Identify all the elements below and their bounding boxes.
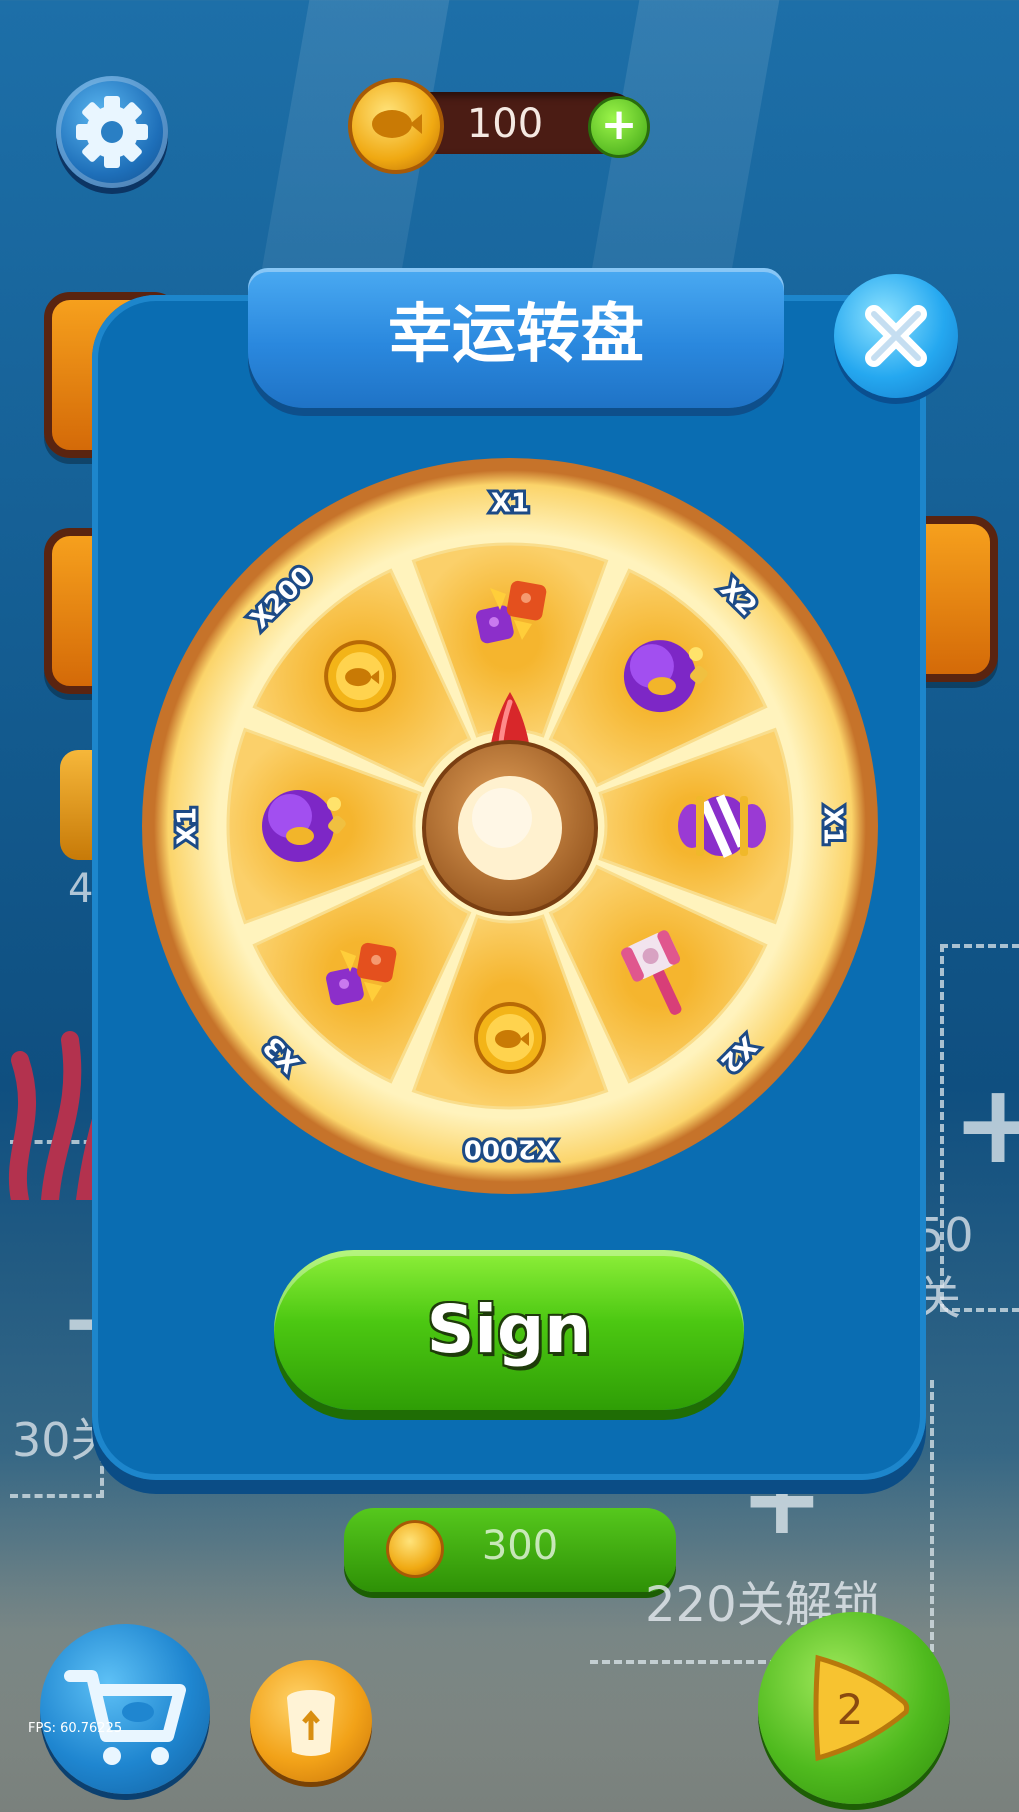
recycle-button[interactable]: [250, 1660, 372, 1782]
dialog-title: 幸运转盘: [388, 298, 644, 372]
gold-coin-icon: [324, 640, 397, 713]
gold-coin-icon: [474, 1002, 546, 1074]
segment-multiplier-label: X2000: [464, 1134, 556, 1164]
price-amount: 300: [481, 1523, 559, 1569]
next-level-number: 2: [836, 1685, 864, 1734]
shop-cart-icon: [64, 1670, 186, 1765]
settings-button[interactable]: [56, 76, 168, 188]
segment-multiplier-label: X1: [491, 489, 529, 519]
gear-icon: [76, 96, 148, 168]
segment-multiplier-label: X1: [173, 807, 203, 845]
shop-button[interactable]: [40, 1624, 210, 1794]
coin-icon: [386, 1520, 444, 1578]
recycle-icon: [287, 1690, 335, 1756]
sign-button-label: Sign: [426, 1291, 592, 1368]
close-icon: [865, 305, 927, 367]
add-coins-button[interactable]: +: [588, 96, 650, 158]
striped-candy-icon: [678, 794, 766, 858]
close-button[interactable]: [834, 274, 958, 398]
prize-wheel[interactable]: X1X2X1X2X2000X3X1X200: [140, 456, 880, 1196]
add-slot-icon: +: [952, 1060, 1019, 1188]
fps-counter: FPS: 60.76225: [28, 1721, 123, 1736]
plus-icon: +: [600, 99, 638, 150]
segment-multiplier-label: X1: [818, 807, 848, 845]
partial-number: 4: [68, 866, 94, 912]
level-label-right: 50关: [915, 1208, 974, 1325]
coin-amount: 100: [466, 101, 544, 147]
